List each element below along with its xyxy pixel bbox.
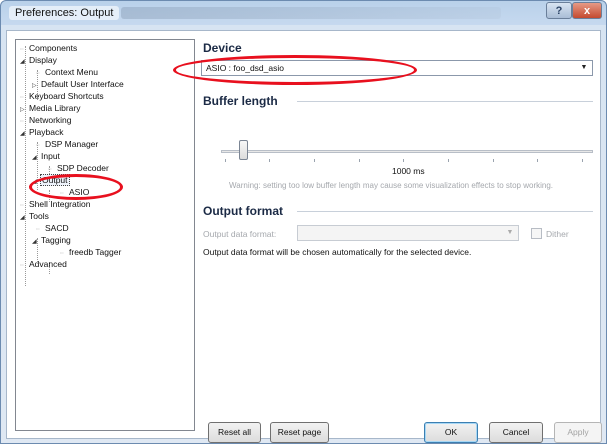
tree-item-label: Playback [29, 127, 64, 137]
tree-item-media-library[interactable]: ▷ Media Library [20, 102, 82, 114]
section-divider [297, 101, 593, 102]
output-annotation-ellipse [29, 174, 123, 200]
tree-item-label: Tools [29, 211, 49, 221]
chevron-down-icon: ▼ [506, 229, 514, 236]
tree-line [25, 46, 26, 286]
expanded-triangle-icon[interactable]: ◢ [20, 56, 28, 68]
output-format-note: Output data format will be chosen automa… [203, 247, 472, 257]
slider-tick [493, 159, 494, 162]
tree-item-default-user-interface[interactable]: ▷ Default User Interface [32, 78, 125, 90]
dither-checkbox[interactable] [531, 228, 542, 239]
expanded-triangle-icon[interactable]: ◢ [20, 212, 28, 224]
expanded-triangle-icon[interactable]: ◢ [20, 128, 28, 140]
tree-item-freedb-tagger[interactable]: ┄ freedb Tagger [60, 246, 122, 258]
tree-connector: ┄ [20, 263, 24, 269]
preferences-tree[interactable]: ┄ Components ◢ Display ┄ Context Menu ▷ Default… [15, 39, 195, 431]
title-bar[interactable]: Preferences: Output ? x [1, 1, 606, 25]
buffer-slider-track[interactable] [221, 150, 593, 153]
slider-tick [537, 159, 538, 162]
ok-button[interactable]: OK [424, 422, 478, 443]
output-data-format-label: Output data format: [203, 229, 277, 239]
tree-item-label: Tagging [41, 235, 71, 245]
title-bar-blur [121, 7, 501, 19]
tree-item-advanced[interactable]: ┄ Advanced [20, 258, 68, 270]
tree-item-display[interactable]: ◢ Display [20, 54, 58, 66]
tree-item-label: Shell Integration [29, 199, 91, 209]
tree-item-label: Keyboard Shortcuts [29, 91, 104, 101]
output-format-heading: Output format [203, 204, 283, 218]
tree-item-networking[interactable]: ┄ Networking [20, 114, 73, 126]
tree-item-label: SACD [45, 223, 69, 233]
buffer-length-heading: Buffer length [203, 94, 278, 108]
slider-tick [225, 159, 226, 162]
section-divider [297, 211, 593, 212]
slider-tick [269, 159, 270, 162]
output-data-format-select[interactable]: ▼ [297, 225, 519, 241]
tree-item-label: Display [29, 55, 57, 65]
buffer-length-value: 1000 ms [392, 166, 425, 176]
tree-item-context-menu[interactable]: ┄ Context Menu [36, 66, 99, 78]
slider-tick [359, 159, 360, 162]
reset-all-button[interactable]: Reset all [208, 422, 261, 443]
cancel-button[interactable]: Cancel [489, 422, 543, 443]
tree-item-label: Context Menu [45, 67, 98, 77]
tree-item-label: Networking [29, 115, 72, 125]
buffer-warning: Warning: setting too low buffer length m… [229, 181, 554, 190]
expanded-triangle-icon[interactable]: ◢ [32, 152, 40, 164]
tree-item-dsp-manager[interactable]: ┄ DSP Manager [36, 138, 99, 150]
close-button[interactable]: x [572, 2, 602, 19]
slider-tick [582, 159, 583, 162]
tree-item-label: Advanced [29, 259, 67, 269]
tree-item-label: Media Library [29, 103, 81, 113]
chevron-down-icon: ▼ [580, 64, 588, 71]
buffer-slider-thumb[interactable] [239, 140, 249, 160]
tree-item-playback[interactable]: ◢ Playback [20, 126, 65, 138]
window-title: Preferences: Output [9, 6, 120, 20]
help-button[interactable]: ? [546, 2, 572, 19]
tree-item-label: Components [29, 43, 78, 53]
device-heading: Device [203, 41, 242, 55]
expanded-triangle-icon[interactable]: ◢ [32, 236, 40, 248]
tree-item-label: SDP Decoder [57, 163, 109, 173]
tree-item-label: Default User Interface [41, 79, 124, 89]
preferences-window: Preferences: Output ? x ┄ Components ◢ Disp… [0, 0, 607, 444]
tree-item-components[interactable]: ┄ Components [20, 42, 78, 54]
tree-item-label: Input [41, 151, 60, 161]
dialog-client-area: ┄ Components ◢ Display ┄ Context Menu ▷ Default… [6, 30, 602, 443]
dither-label: Dither [546, 229, 569, 239]
device-annotation-ellipse [173, 55, 417, 85]
tree-item-keyboard-shortcuts[interactable]: ┄ Keyboard Shortcuts [20, 90, 105, 102]
tree-item-tagging[interactable]: ◢ Tagging [32, 234, 72, 246]
tree-item-label: DSP Manager [45, 139, 99, 149]
tree-item-input[interactable]: ◢ Input [32, 150, 61, 162]
slider-tick [314, 159, 315, 162]
tree-item-sacd[interactable]: ┄ SACD [36, 222, 70, 234]
slider-tick [448, 159, 449, 162]
tree-item-tools[interactable]: ◢ Tools [20, 210, 50, 222]
tree-item-label: freedb Tagger [69, 247, 122, 257]
tree-item-sdp-decoder[interactable]: ┄ SDP Decoder [48, 162, 110, 174]
apply-button[interactable]: Apply [554, 422, 602, 443]
reset-page-button[interactable]: Reset page [270, 422, 329, 443]
slider-tick [403, 159, 404, 162]
